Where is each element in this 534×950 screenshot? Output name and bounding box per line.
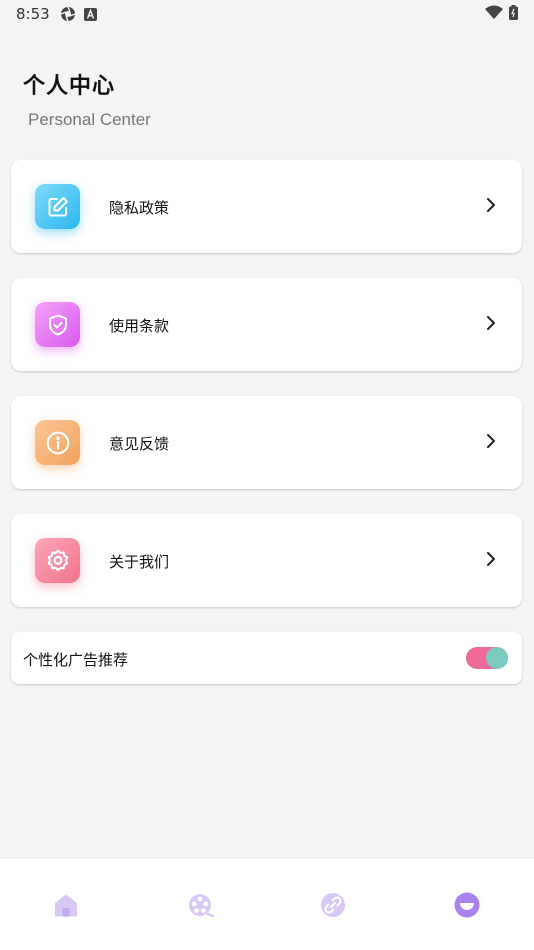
toggle-knob [486, 647, 508, 669]
chevron-right-icon [486, 551, 496, 571]
status-time: 8:53 [16, 5, 50, 23]
chevron-right-icon [486, 315, 496, 335]
info-icon [35, 420, 80, 465]
status-bar: 8:53 [0, 0, 534, 28]
menu-item-label: 意见反馈 [109, 435, 170, 453]
nav-film-reel-icon[interactable] [188, 892, 215, 918]
battery-icon [509, 4, 518, 24]
page-title: 个人中心 [23, 74, 116, 99]
menu-item-terms-of-use[interactable]: 使用条款 [11, 278, 522, 371]
chevron-right-icon [486, 433, 496, 453]
nav-link-icon[interactable] [320, 892, 346, 918]
chevron-right-icon [486, 197, 496, 217]
menu-item-label: 隐私政策 [109, 199, 170, 217]
personalized-ads-label: 个性化广告推荐 [23, 651, 129, 669]
nav-home-icon[interactable] [53, 892, 79, 918]
personalized-ads-row: 个性化广告推荐 [11, 632, 522, 684]
menu-item-about-us[interactable]: 关于我们 [11, 514, 522, 607]
personalized-ads-toggle[interactable] [466, 647, 508, 669]
edit-icon [35, 184, 80, 229]
menu-item-privacy-policy[interactable]: 隐私政策 [11, 160, 522, 253]
menu-item-label: 使用条款 [109, 317, 170, 335]
shield-check-icon [35, 302, 80, 347]
page-header: 个人中心 Personal Center [23, 68, 151, 129]
a-letter-icon [83, 7, 97, 21]
nav-profile-smile-icon[interactable] [454, 892, 480, 918]
gear-icon [35, 538, 80, 583]
page-subtitle: Personal Center [28, 110, 151, 129]
aperture-icon [60, 6, 76, 22]
menu-item-feedback[interactable]: 意见反馈 [11, 396, 522, 489]
menu-item-label: 关于我们 [109, 553, 170, 571]
wifi-icon [485, 5, 503, 23]
bottom-nav [0, 857, 534, 950]
